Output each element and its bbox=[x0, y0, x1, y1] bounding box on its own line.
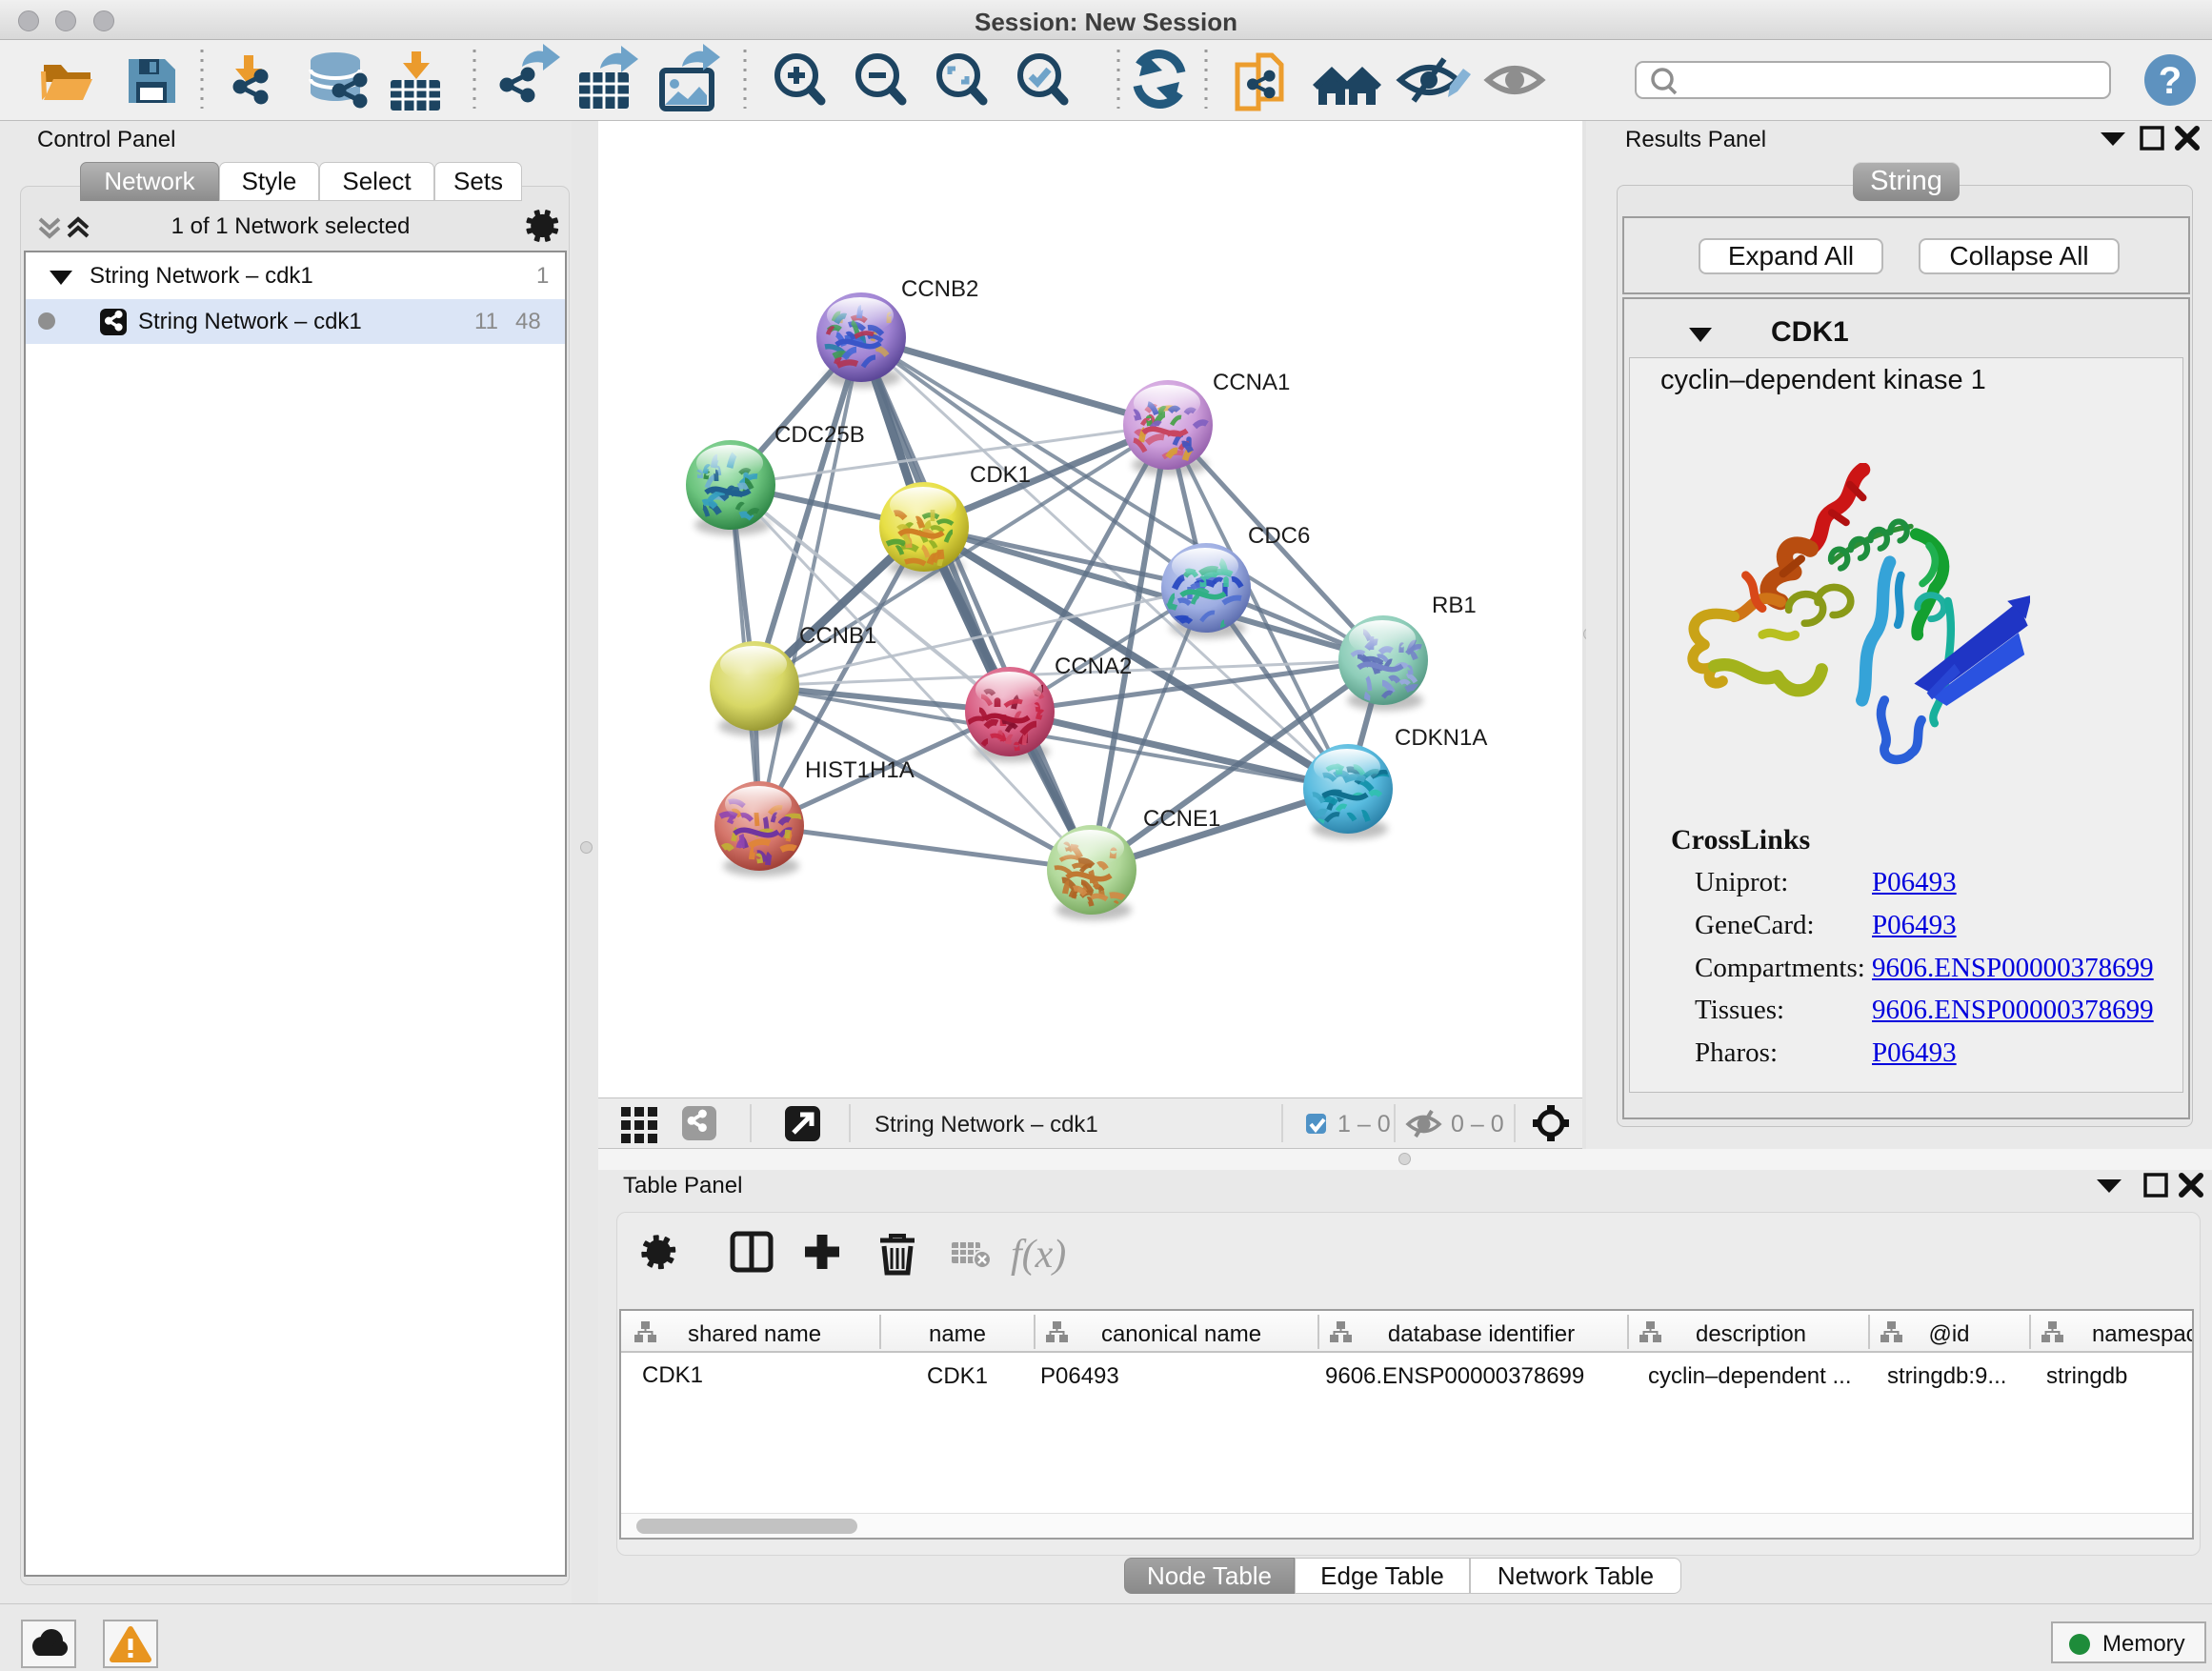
svg-text:database identifier: database identifier bbox=[1388, 1321, 1575, 1347]
svg-text:namespace: namespace bbox=[2092, 1321, 2192, 1347]
svg-text:9606.ENSP00000378699: 9606.ENSP00000378699 bbox=[1325, 1363, 1584, 1389]
svg-text:CCNA2: CCNA2 bbox=[1055, 654, 1132, 679]
svg-text:@id: @id bbox=[1928, 1321, 1969, 1347]
svg-text:f(x): f(x) bbox=[1011, 1233, 1066, 1277]
svg-text:name: name bbox=[929, 1321, 986, 1347]
svg-text:canonical name: canonical name bbox=[1101, 1321, 1261, 1347]
svg-text:String Network – cdk1: String Network – cdk1 bbox=[875, 1112, 1098, 1137]
svg-text:CDK1: CDK1 bbox=[970, 462, 1031, 488]
svg-text:0 – 0: 0 – 0 bbox=[1451, 1111, 1504, 1137]
svg-text:P06493: P06493 bbox=[1040, 1363, 1119, 1389]
svg-text:CDK1: CDK1 bbox=[642, 1362, 703, 1388]
svg-text:1 – 0: 1 – 0 bbox=[1337, 1111, 1391, 1137]
svg-text:CCNB2: CCNB2 bbox=[901, 276, 978, 302]
svg-text:stringdb: stringdb bbox=[2046, 1363, 2127, 1389]
svg-text:CCNE1: CCNE1 bbox=[1143, 806, 1220, 832]
svg-text:shared name: shared name bbox=[688, 1321, 821, 1347]
svg-text:CDK1: CDK1 bbox=[927, 1363, 988, 1389]
svg-text:description: description bbox=[1696, 1321, 1806, 1347]
svg-text:CDKN1A: CDKN1A bbox=[1395, 725, 1487, 751]
svg-text:CCNA1: CCNA1 bbox=[1213, 370, 1290, 395]
svg-text:CCNB1: CCNB1 bbox=[799, 623, 876, 649]
svg-text:?: ? bbox=[2159, 60, 2182, 102]
svg-text:RB1: RB1 bbox=[1432, 593, 1477, 618]
svg-text:HIST1H1A: HIST1H1A bbox=[805, 757, 915, 783]
svg-text:cyclin–dependent ...: cyclin–dependent ... bbox=[1648, 1363, 1851, 1389]
svg-text:CDC25B: CDC25B bbox=[774, 422, 865, 448]
svg-text:stringdb:9...: stringdb:9... bbox=[1887, 1363, 2006, 1389]
svg-text:CDC6: CDC6 bbox=[1248, 523, 1310, 549]
